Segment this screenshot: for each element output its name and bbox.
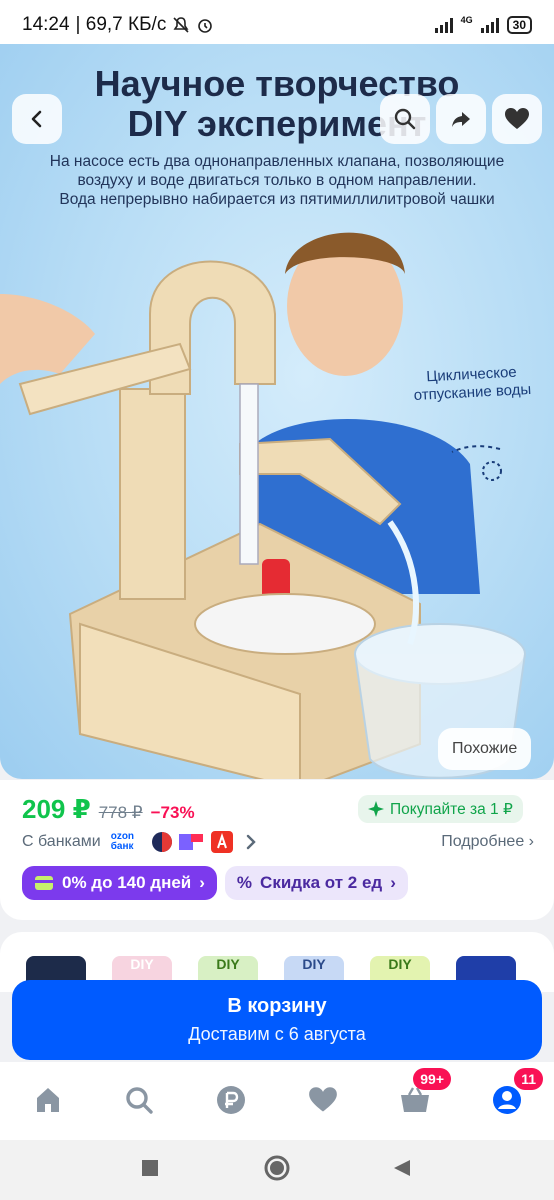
bank-logo-icon-2	[178, 834, 203, 850]
signal-icon-2	[480, 17, 499, 33]
bottom-navigation: 99+ 11	[0, 1062, 554, 1140]
sparkle-icon	[368, 801, 384, 817]
mute-icon	[173, 17, 189, 33]
signal-icon	[434, 17, 453, 33]
banks-label: С банками	[22, 833, 101, 850]
bank-logo-icon-3	[210, 831, 233, 853]
chevron-right-icon	[246, 834, 256, 850]
add-to-cart-button[interactable]: В корзину Доставим с 6 августа	[12, 980, 542, 1060]
status-bar: 14:24 | 69,7 КБ/с 4G 30	[0, 0, 554, 50]
chevron-right-icon: ›	[199, 873, 205, 892]
add-to-cart-label: В корзину	[227, 995, 327, 1017]
battery-indicator: 30	[506, 16, 532, 34]
back-triangle-icon[interactable]	[392, 1158, 412, 1178]
ozon-bank-logo: ozon банк	[110, 831, 135, 852]
buy-for-label: Покупайте за 1 ₽	[390, 800, 513, 818]
delivery-date: Доставим с 6 августа	[188, 1024, 366, 1044]
price-section: 209 ₽ 778 ₽ −73% Покупайте за 1 ₽ С банк…	[0, 780, 554, 920]
network-label: 4G	[460, 15, 473, 25]
card-icon	[35, 876, 53, 890]
discount-badge: −73%	[150, 803, 195, 822]
profile-icon	[493, 1086, 521, 1114]
status-speed: | 69,7 КБ/с	[75, 14, 167, 35]
nav-cart[interactable]: 99+	[393, 1068, 451, 1122]
ruble-icon	[217, 1086, 245, 1114]
home-icon	[37, 1088, 59, 1112]
search-icon	[394, 108, 416, 130]
heart-icon	[505, 108, 529, 129]
nav-finance[interactable]	[209, 1078, 253, 1122]
alarm-icon	[198, 19, 213, 33]
search-button[interactable]	[380, 94, 430, 144]
bulk-discount-label: Скидка от 2 ед	[260, 873, 383, 892]
bank-logo-icon	[151, 832, 172, 852]
buy-for-one-ruble[interactable]: Покупайте за 1 ₽	[358, 795, 523, 823]
search-icon	[126, 1087, 153, 1114]
banks-row[interactable]: С банками ozon банк Подробнее ›	[22, 830, 534, 854]
share-icon	[452, 112, 470, 127]
recents-icon[interactable]	[140, 1158, 160, 1178]
heart-icon	[309, 1087, 337, 1112]
more-details-link[interactable]: Подробнее ›	[441, 833, 534, 851]
share-button[interactable]	[436, 94, 486, 144]
nav-profile[interactable]: 11	[485, 1068, 543, 1122]
nav-search[interactable]	[117, 1078, 161, 1122]
favorite-button[interactable]	[492, 94, 542, 144]
hero-annotation: Циклическое отпускание воды	[413, 363, 532, 405]
home-button-icon[interactable]	[263, 1154, 291, 1182]
similar-button[interactable]: Похожие	[438, 728, 532, 770]
chevron-right-icon: ›	[390, 873, 396, 892]
system-navigation-bar	[0, 1140, 554, 1200]
product-image[interactable]: Научное творчество DIY эксперимент На на…	[0, 44, 554, 779]
bulk-discount-chip[interactable]: % Скидка от 2 ед ›	[224, 866, 408, 900]
cart-badge: 99+	[413, 1068, 451, 1090]
percent-icon: %	[236, 873, 253, 892]
back-button[interactable]	[12, 94, 62, 144]
current-price: 209 ₽	[22, 794, 91, 824]
old-price: 778 ₽	[98, 803, 143, 822]
installment-label: 0% до 140 дней	[62, 873, 192, 892]
nav-favorites[interactable]	[301, 1078, 345, 1122]
status-time: 14:24	[22, 14, 70, 35]
nav-home[interactable]	[26, 1078, 70, 1122]
installment-chip[interactable]: 0% до 140 дней ›	[22, 866, 217, 900]
price-row: 209 ₽ 778 ₽ −73%	[22, 794, 195, 825]
wooden-pump-illustration	[0, 232, 526, 779]
chevron-left-icon	[31, 110, 42, 128]
profile-badge: 11	[514, 1068, 543, 1090]
